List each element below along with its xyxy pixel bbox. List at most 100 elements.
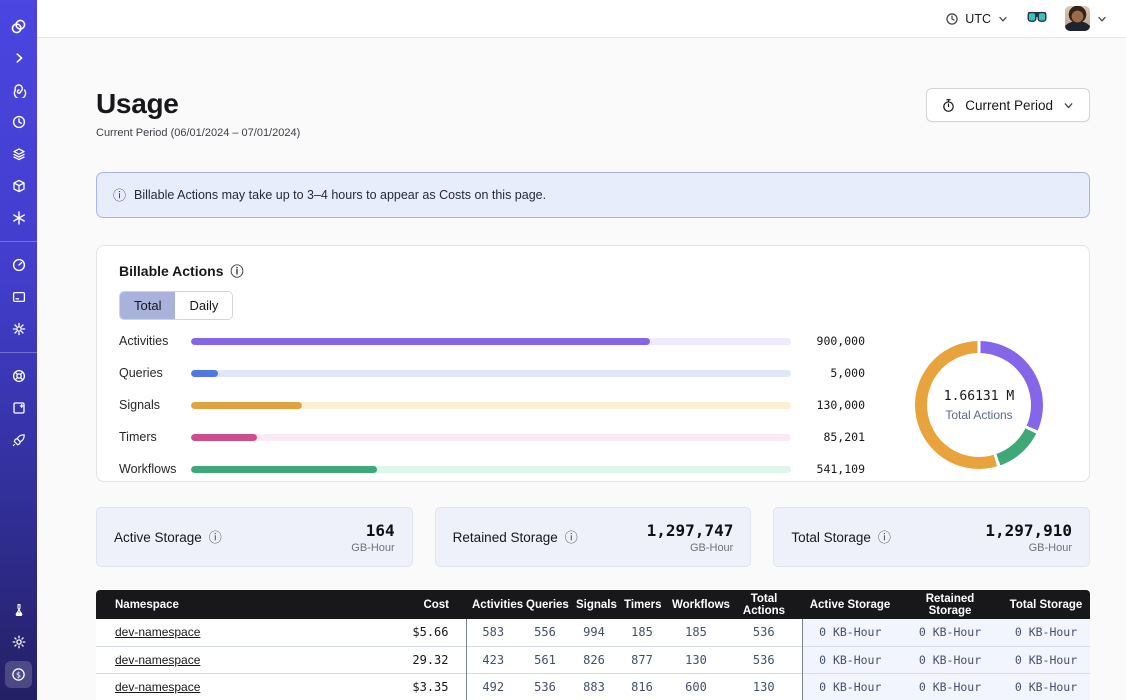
info-icon[interactable]: ⓘ <box>565 531 578 544</box>
retained-storage-card: Retained Storage ⓘ 1,297,747 GB-Hour <box>435 507 752 567</box>
cell-activities: 583 <box>466 619 520 646</box>
bar-fill <box>191 434 257 441</box>
bar-label: Workflows <box>119 462 191 476</box>
sidebar-divider <box>0 241 37 242</box>
usage-gauge-icon[interactable] <box>5 252 32 279</box>
info-icon[interactable]: ⓘ <box>878 531 891 544</box>
user-avatar <box>1065 6 1090 31</box>
bar-label: Queries <box>119 366 191 380</box>
cell-retained-storage: 0 KB-Hour <box>898 673 1002 700</box>
pricing-dollar-icon[interactable]: $ <box>5 661 32 688</box>
col-header-signals: Signals <box>570 590 618 619</box>
total-daily-toggle: Total Daily <box>119 291 233 320</box>
active-storage-card: Active Storage ⓘ 164 GB-Hour <box>96 507 413 567</box>
cell-namespace: dev-namespace <box>96 646 382 673</box>
schedules-icon[interactable] <box>5 109 32 136</box>
docs-icon[interactable] <box>5 395 32 422</box>
col-header-activities: Activities <box>466 590 520 619</box>
sidebar: $ <box>0 0 37 700</box>
cell-activities: 492 <box>466 673 520 700</box>
cell-timers: 816 <box>618 673 666 700</box>
cell-total-actions: 536 <box>726 619 802 646</box>
cell-cost: $3.35 <box>382 673 466 700</box>
cell-signals: 994 <box>570 619 618 646</box>
sidebar-divider <box>0 352 37 353</box>
cell-retained-storage: 0 KB-Hour <box>898 646 1002 673</box>
cell-timers: 185 <box>618 619 666 646</box>
bar-value: 5,000 <box>791 366 865 380</box>
cell-active-storage: 0 KB-Hour <box>802 619 898 646</box>
col-header-cost: Cost <box>382 590 466 619</box>
theme-sun-icon[interactable] <box>5 629 32 656</box>
col-header-total-storage: Total Storage <box>1002 590 1090 619</box>
cell-workflows: 130 <box>666 646 726 673</box>
active-storage-label: Active Storage <box>114 530 202 545</box>
namespaces-icon[interactable] <box>5 77 32 104</box>
cell-workflows: 185 <box>666 619 726 646</box>
billing-card-icon[interactable] <box>5 284 32 311</box>
namespace-link[interactable]: dev-namespace <box>115 625 200 639</box>
total-actions-donut: 1.66131 M Total Actions <box>891 341 1067 469</box>
page-title: Usage <box>96 88 300 120</box>
bar-fill <box>191 370 218 377</box>
info-banner: ⓘ Billable Actions may take up to 3–4 ho… <box>96 172 1090 218</box>
namespace-link[interactable]: dev-namespace <box>115 680 200 694</box>
bar-label: Activities <box>119 334 191 348</box>
storage-summary-row: Active Storage ⓘ 164 GB-Hour Retained St… <box>96 507 1090 567</box>
cell-queries: 556 <box>520 619 570 646</box>
retained-storage-unit: GB-Hour <box>647 542 734 554</box>
retained-storage-value: 1,297,747 <box>647 521 734 540</box>
deployments-icon[interactable] <box>5 173 32 200</box>
bar-value: 541,109 <box>791 462 865 476</box>
rocket-icon[interactable] <box>5 427 32 454</box>
account-menu[interactable] <box>1065 6 1108 31</box>
period-selector-button[interactable]: Current Period <box>926 88 1090 122</box>
table-body: dev-namespace$5.665835569941851855360 KB… <box>96 619 1090 700</box>
cell-cost: $5.66 <box>382 619 466 646</box>
info-icon[interactable]: ⓘ <box>209 531 222 544</box>
tab-total[interactable]: Total <box>120 292 175 319</box>
temporal-logo-icon[interactable] <box>5 13 32 40</box>
col-header-active-storage: Active Storage <box>802 590 898 619</box>
col-header-workflows: Workflows <box>666 590 726 619</box>
billable-actions-card: Billable Actions ⓘ Total Daily Activitie… <box>96 245 1090 482</box>
support-lifebuoy-icon[interactable] <box>5 363 32 390</box>
bar-fill <box>191 402 302 409</box>
bar-row-queries: Queries 5,000 <box>119 366 865 380</box>
feedback-goggles-icon[interactable] <box>1027 10 1047 28</box>
chevron-down-icon <box>1062 99 1075 112</box>
topbar: UTC <box>37 0 1126 38</box>
tab-daily[interactable]: Daily <box>175 292 232 319</box>
workers-icon[interactable] <box>5 141 32 168</box>
collapse-chevron-icon[interactable] <box>5 45 32 72</box>
cell-total-actions: 536 <box>726 646 802 673</box>
cell-workflows: 600 <box>666 673 726 700</box>
bar-row-signals: Signals130,000 <box>119 398 865 412</box>
app-root: $ UTC <box>0 0 1126 700</box>
cell-total-storage: 0 KB-Hour <box>1002 646 1090 673</box>
bar-row-timers: Timers85,201 <box>119 430 865 444</box>
bar-label: Timers <box>119 430 191 444</box>
settings-gear-icon[interactable] <box>5 316 32 343</box>
col-header-timers: Timers <box>618 590 666 619</box>
donut-ring: 1.66131 M Total Actions <box>915 341 1043 469</box>
bar-row-activities: Activities 900,000 <box>119 334 865 348</box>
cell-queries: 536 <box>520 673 570 700</box>
table-row: dev-namespace$3.354925368838166001300 KB… <box>96 673 1090 700</box>
bar-fill <box>191 466 377 473</box>
main-content: Usage Current Period (06/01/2024 – 07/01… <box>37 38 1126 700</box>
cell-signals: 826 <box>570 646 618 673</box>
namespace-link[interactable]: dev-namespace <box>115 653 200 667</box>
lab-flask-icon[interactable] <box>5 597 32 624</box>
total-storage-unit: GB-Hour <box>985 542 1072 554</box>
col-header-total-actions: Total Actions <box>726 590 802 619</box>
bar-fill <box>191 338 650 345</box>
bar-value: 900,000 <box>791 334 865 348</box>
total-actions-label: Total Actions <box>945 408 1012 422</box>
nexus-icon[interactable] <box>5 205 32 232</box>
info-icon[interactable]: ⓘ <box>231 265 244 278</box>
cell-active-storage: 0 KB-Hour <box>802 646 898 673</box>
cell-retained-storage: 0 KB-Hour <box>898 619 1002 646</box>
active-storage-unit: GB-Hour <box>351 542 394 554</box>
timezone-selector[interactable]: UTC <box>945 12 1009 26</box>
